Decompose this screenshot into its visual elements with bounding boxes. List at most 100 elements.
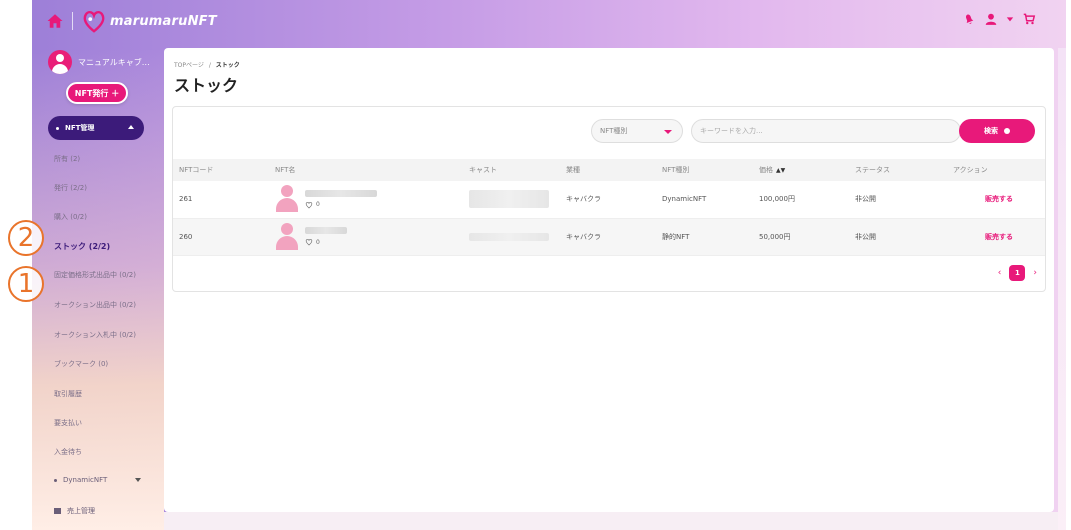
redacted-cast <box>469 190 549 209</box>
column-header-nft-name: NFT名 <box>269 159 463 181</box>
column-header-action: アクション <box>947 159 1045 181</box>
header-actions <box>962 12 1036 26</box>
breadcrumb: TOPページ / ストック <box>174 60 240 69</box>
sidebar-item-sales-management[interactable]: 売上管理 <box>54 506 95 516</box>
cell-cast <box>463 218 560 256</box>
redacted-nft-name <box>305 227 347 234</box>
cell-cast <box>463 181 560 219</box>
logo-text: marumaruNFT <box>110 13 217 29</box>
cell-nft-type: DynamicNFT <box>656 181 753 219</box>
sidebar-item-auction-bidding[interactable]: オークション入札中 (0/2) <box>54 330 136 340</box>
column-header-status: ステータス <box>849 159 947 181</box>
annotation-marker-1: 1 <box>8 266 44 302</box>
sidebar-item-fixed-price-listing[interactable]: 固定価格形式出品中 (0/2) <box>54 270 136 280</box>
column-header-cast: キャスト <box>463 159 560 181</box>
stock-table: NFTコード NFT名 キャスト 業種 NFT種別 価格 ▲▼ ステータス アクシ… <box>173 159 1045 256</box>
breadcrumb-top-link[interactable]: TOPページ <box>174 62 204 69</box>
sidebar-dynamic-nft-toggle[interactable]: DynamicNFT <box>54 476 142 484</box>
column-header-nft-type: NFT種別 <box>656 159 753 181</box>
breadcrumb-current: ストック <box>215 62 240 69</box>
nft-thumbnail[interactable] <box>275 222 299 251</box>
cell-price: 100,000円 <box>753 181 849 219</box>
main-panel: TOPページ / ストック ストック NFT種別 検索 NFTコード NFT名 … <box>164 48 1054 512</box>
like-count-value: 0 <box>316 238 320 246</box>
cell-nft-type: 静的NFT <box>656 218 753 256</box>
sidebar-item-stock[interactable]: ストック (2/2) <box>54 241 110 252</box>
user-menu-caret-icon[interactable] <box>1006 15 1014 23</box>
cell-industry: キャバクラ <box>560 218 656 256</box>
sell-button[interactable]: 販売する <box>985 233 1013 241</box>
sidebar-item-issued[interactable]: 発行 (2/2) <box>54 183 87 193</box>
chart-icon <box>54 508 61 514</box>
column-header-price[interactable]: 価格 ▲▼ <box>753 159 849 181</box>
cell-nft-code: 261 <box>173 181 269 219</box>
top-header: marumaruNFT <box>32 0 1066 44</box>
prev-page-button[interactable]: ‹ <box>998 268 1002 278</box>
sidebar-item-owned[interactable]: 所有 (2) <box>54 154 80 164</box>
nft-management-label: NFT管理 <box>65 124 95 132</box>
sell-button[interactable]: 販売する <box>985 195 1013 203</box>
cell-nft-name: 0 <box>269 218 463 256</box>
pagination: ‹ 1 › <box>998 265 1037 281</box>
column-header-nft-code: NFTコード <box>173 159 269 181</box>
cell-price: 50,000円 <box>753 218 849 256</box>
like-count[interactable]: 0 <box>305 201 377 209</box>
table-row: 260 0 キャバクラ 静的NFT 50,000円 非公開 販売する <box>173 218 1045 256</box>
nft-type-select-value: NFT種別 <box>600 127 628 135</box>
chevron-down-icon <box>135 478 142 482</box>
table-row: 261 0 キャバクラ DynamicNFT 100,000円 非公開 販売する <box>173 181 1045 219</box>
sidebar-item-auction-listing[interactable]: オークション出品中 (0/2) <box>54 300 136 310</box>
page-button-current[interactable]: 1 <box>1009 265 1026 281</box>
bullet-icon <box>54 478 57 482</box>
user-name: マニュアルキャブ… <box>78 57 150 67</box>
breadcrumb-separator: / <box>208 62 211 69</box>
search-button-label: 検索 <box>984 127 998 135</box>
sales-management-label: 売上管理 <box>67 507 95 515</box>
heart-icon <box>305 201 313 209</box>
user-icon[interactable] <box>984 12 998 26</box>
sidebar: マニュアルキャブ… NFT発行 ＋ NFT管理 所有 (2) 発行 (2/2) … <box>32 44 164 530</box>
bullet-icon <box>56 126 59 130</box>
cell-industry: キャバクラ <box>560 181 656 219</box>
home-icon[interactable] <box>46 12 64 30</box>
user-profile[interactable]: マニュアルキャブ… <box>48 50 160 74</box>
search-icon <box>1004 128 1010 134</box>
nft-type-select[interactable]: NFT種別 <box>591 119 683 143</box>
bell-icon[interactable] <box>962 12 976 26</box>
sort-icon: ▲▼ <box>776 167 786 174</box>
cell-nft-name: 0 <box>269 181 463 219</box>
cell-nft-code: 260 <box>173 218 269 256</box>
column-header-price-label: 価格 <box>759 166 773 174</box>
right-edge <box>1058 48 1066 530</box>
cell-status: 非公開 <box>849 181 947 219</box>
sidebar-item-purchased[interactable]: 購入 (0/2) <box>54 212 87 222</box>
search-button[interactable]: 検索 <box>959 119 1035 143</box>
sidebar-item-payment-required[interactable]: 要支払い <box>54 418 82 428</box>
table-header-row: NFTコード NFT名 キャスト 業種 NFT種別 価格 ▲▼ ステータス アクシ… <box>173 159 1045 181</box>
next-page-button[interactable]: › <box>1033 268 1037 278</box>
keyword-search-input[interactable] <box>691 119 961 143</box>
sidebar-item-bookmark[interactable]: ブックマーク (0) <box>54 359 108 369</box>
avatar <box>48 50 72 74</box>
sidebar-item-awaiting-deposit[interactable]: 入金待ち <box>54 447 82 457</box>
dynamic-nft-label: DynamicNFT <box>63 476 108 484</box>
cart-icon[interactable] <box>1022 12 1036 26</box>
redacted-cast <box>469 232 549 241</box>
chevron-up-icon <box>128 125 134 129</box>
like-count[interactable]: 0 <box>305 238 347 246</box>
cell-action: 販売する <box>947 181 1045 219</box>
stock-card: NFT種別 検索 NFTコード NFT名 キャスト 業種 NFT種別 価格▲▼ … <box>172 106 1046 292</box>
sidebar-item-transaction-history[interactable]: 取引履歴 <box>54 389 82 399</box>
nft-thumbnail[interactable] <box>275 185 299 213</box>
cell-status: 非公開 <box>849 218 947 256</box>
cell-action: 販売する <box>947 218 1045 256</box>
like-count-value: 0 <box>316 201 320 209</box>
logo-heart-icon <box>83 10 105 33</box>
header-divider <box>72 12 73 30</box>
logo[interactable]: marumaruNFT <box>80 6 217 36</box>
nft-issue-button[interactable]: NFT発行 ＋ <box>66 82 128 104</box>
column-header-industry: 業種 <box>560 159 656 181</box>
bottom-edge <box>164 512 1058 530</box>
heart-icon <box>305 238 313 246</box>
nft-management-toggle[interactable]: NFT管理 <box>48 116 144 140</box>
